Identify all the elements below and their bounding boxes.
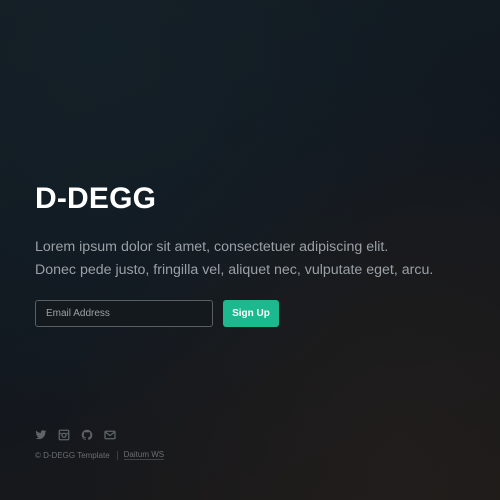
divider [116,450,118,460]
copyright-line: © D-DEGG Template Daitum WS [35,450,165,460]
credit-link[interactable]: Daitum WS [123,450,165,460]
mail-icon[interactable] [104,429,116,441]
signup-form: Sign Up [35,300,475,327]
github-icon[interactable] [81,429,93,441]
page-title: D-DEGG [35,182,157,215]
hero-description-line-1: Lorem ipsum dolor sit amet, consectetuer… [35,239,389,255]
instagram-icon[interactable] [58,429,70,441]
email-field[interactable] [35,300,213,327]
twitter-icon[interactable] [35,429,47,441]
footer: © D-DEGG Template Daitum WS [35,429,165,460]
hero-description-line-2: Donec pede justo, fringilla vel, aliquet… [35,261,434,278]
social-links [35,429,164,441]
hero-section: D-DEGG Lorem ipsum dolor sit amet, conse… [35,181,475,327]
hero-description: Lorem ipsum dolor sit amet, consectetuer… [35,236,475,281]
copyright-text: © D-DEGG Template [35,450,110,460]
sign-up-button[interactable]: Sign Up [223,300,279,327]
